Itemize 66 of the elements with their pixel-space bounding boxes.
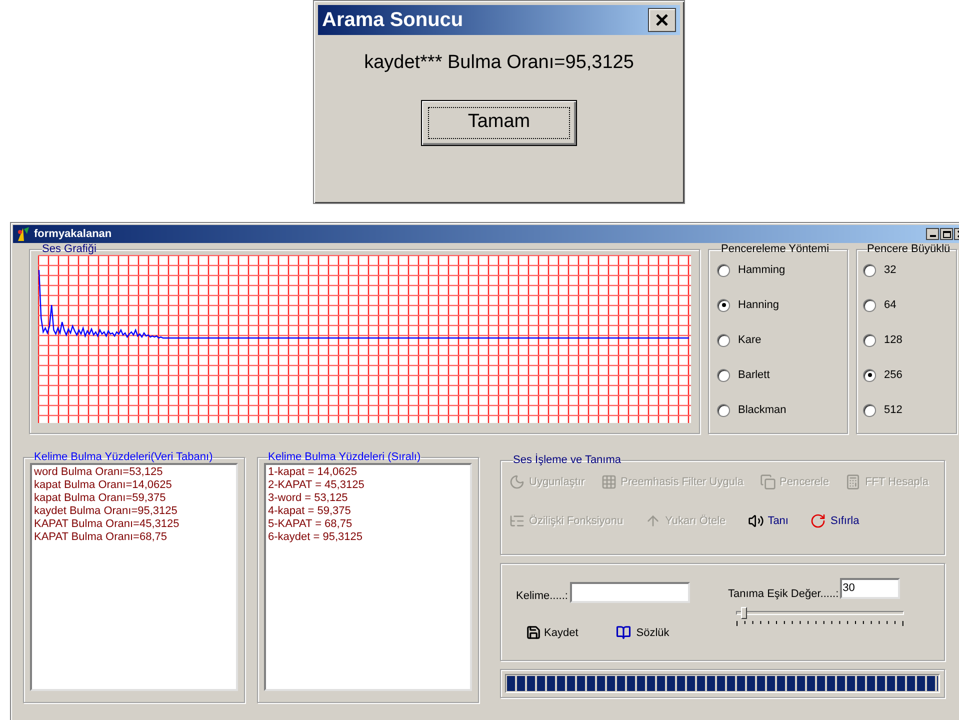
- list-item[interactable]: 4-kapat = 59,375: [268, 505, 468, 518]
- word-input[interactable]: [570, 582, 690, 603]
- radio-button[interactable]: [863, 264, 876, 276]
- threshold-slider[interactable]: [736, 606, 904, 626]
- ok-button[interactable]: Tamam: [421, 100, 577, 146]
- close-icon: [655, 13, 669, 27]
- minimize-button[interactable]: [926, 228, 939, 240]
- radio-label: 256: [884, 368, 902, 383]
- radio-button[interactable]: [863, 404, 876, 416]
- word-label: Kelime.....:: [516, 589, 568, 604]
- list-item[interactable]: word Bulma Oranı=53,125: [34, 466, 234, 479]
- maximize-button[interactable]: [940, 228, 953, 240]
- list-item[interactable]: kapat Bulma Oranı=59,375: [34, 492, 234, 505]
- calculator-icon: [845, 474, 862, 490]
- speaker-icon: [748, 512, 764, 529]
- list-item[interactable]: 1-kapat = 14,0625: [268, 466, 468, 479]
- list-item[interactable]: kapat Bulma Oranı=14,0625: [34, 479, 234, 492]
- group-title: Kelime Bulma Yüzdeleri(Veri Tabanı): [34, 452, 213, 463]
- radio-label: 64: [884, 298, 896, 313]
- group-title: Kelime Bulma Yüzdeleri (Sıralı): [268, 452, 421, 463]
- list-item[interactable]: 6-kaydet = 95,3125: [268, 531, 468, 544]
- book-icon: [616, 625, 632, 640]
- radio-label: Barlett: [738, 368, 770, 383]
- radio-button[interactable]: [863, 368, 876, 382]
- radio-label: Kare: [738, 332, 762, 348]
- slider-thumb[interactable]: [741, 606, 748, 618]
- group-title: Ses İşleme ve Tanıma: [513, 455, 622, 466]
- radio-button[interactable]: [863, 298, 876, 312]
- radio-button[interactable]: [717, 298, 730, 312]
- radio-label: 512: [884, 402, 902, 418]
- radio-button[interactable]: [717, 404, 730, 416]
- radio-button[interactable]: [717, 368, 730, 382]
- radio-label: 32: [884, 262, 896, 278]
- window-title: formyakalanan: [34, 226, 112, 242]
- dictionary-button[interactable]: Sözlük: [616, 624, 670, 641]
- result-message: kaydet*** Bulma Oranı=95,3125: [364, 51, 634, 75]
- copy-icon: [760, 474, 776, 490]
- app-icon: [15, 226, 31, 242]
- group-title: Pencereleme Yöntemi: [721, 244, 830, 255]
- list-item[interactable]: KAPAT Bulma Oranı=45,3125: [34, 518, 234, 531]
- tool-button[interactable]: Tanı: [748, 512, 788, 529]
- radio-label: Blackman: [738, 402, 786, 418]
- radio-button[interactable]: [863, 334, 876, 346]
- list-item[interactable]: KAPAT Bulma Oranı=68,75: [34, 531, 234, 544]
- radio-label: 128: [884, 332, 902, 348]
- moon-icon: [509, 474, 525, 490]
- group-title: Pencere Büyüklü: [867, 244, 950, 255]
- radio-button[interactable]: [717, 264, 730, 276]
- grid-icon: [600, 474, 617, 490]
- floppy-icon: [526, 625, 541, 640]
- list-item[interactable]: 3-word = 53,125: [268, 492, 468, 505]
- window-title: Arama Sonucu: [322, 8, 464, 33]
- tree-icon: [509, 512, 525, 529]
- save-button[interactable]: Kaydet: [526, 624, 578, 641]
- threshold-label: Tanıma Eşik Değer.....:: [728, 587, 839, 602]
- list-item[interactable]: 2-KAPAT = 45,3125: [268, 479, 468, 492]
- refresh-icon: [810, 512, 826, 529]
- radio-label: Hanning: [738, 298, 779, 313]
- close-button[interactable]: [648, 8, 676, 32]
- group-title: Ses Grafiği: [42, 244, 96, 255]
- list-item[interactable]: 5-KAPAT = 68,75: [268, 518, 468, 531]
- radio-label: Hamming: [738, 262, 786, 278]
- threshold-input[interactable]: 30: [840, 578, 900, 599]
- list-item[interactable]: kaydet Bulma Oranı=95,3125: [34, 505, 234, 518]
- tool-button[interactable]: Sıfırla: [810, 512, 860, 529]
- radio-button[interactable]: [717, 334, 730, 346]
